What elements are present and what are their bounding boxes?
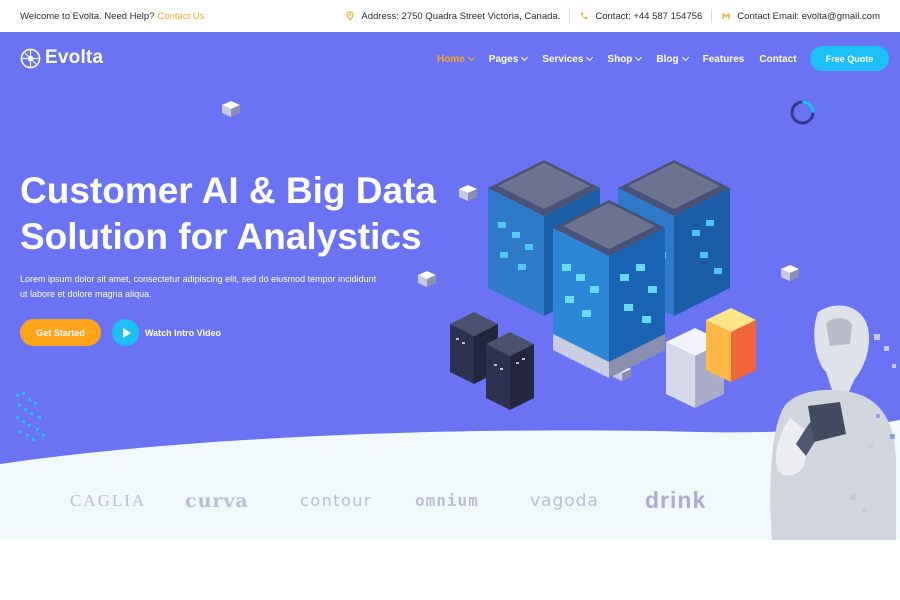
- hero-description: Lorem ipsum dolor sit amet, consectetur …: [20, 272, 390, 302]
- brand-logo: vagoda: [530, 490, 599, 511]
- nav-label: Pages: [488, 53, 519, 65]
- email-item: Contact Email: evolta@gmail.com: [711, 9, 880, 23]
- chevron-down-icon: [635, 53, 643, 62]
- nav-item-shop[interactable]: Shop: [607, 53, 643, 65]
- hero-title: Customer AI & Big Data Solution for Anal…: [20, 168, 440, 260]
- nav-item-features[interactable]: Features: [703, 54, 745, 65]
- location-pin-icon: [346, 11, 355, 21]
- contact-info: Address: 2750 Quadra Street Victoria, Ca…: [336, 0, 880, 32]
- top-bar: Welcome to Evolta. Need Help? Contact Us …: [0, 0, 900, 32]
- nav-label: Home: [437, 53, 465, 65]
- brand-logos: CAGLIA curva contour omnium vagoda drink: [70, 487, 760, 514]
- light-cube-right: [666, 308, 756, 408]
- get-started-button[interactable]: Get Started: [20, 319, 101, 346]
- welcome-message: Welcome to Evolta. Need Help? Contact Us: [20, 11, 204, 22]
- data-dots-decoration: [16, 392, 45, 441]
- nav-item-pages[interactable]: Pages: [488, 53, 529, 65]
- watch-video-button[interactable]: Watch Intro Video: [112, 319, 221, 346]
- free-quote-button[interactable]: Free Quote: [810, 46, 889, 71]
- nav-label: Contact: [759, 53, 797, 65]
- brand-logo: omnium: [415, 491, 479, 510]
- email-text: Contact Email: evolta@gmail.com: [737, 10, 880, 22]
- floating-cube-decoration: [222, 101, 240, 117]
- phone-icon: [581, 12, 588, 20]
- evolta-logo-icon: [20, 48, 41, 68]
- welcome-text: Welcome to Evolta. Need Help?: [20, 10, 155, 22]
- phone-item: Contact: +44 587 154756: [569, 9, 711, 23]
- chevron-down-icon: [681, 53, 689, 62]
- logo-text: Evolta: [45, 47, 104, 68]
- nav-label: Services: [542, 53, 584, 65]
- nav-item-services[interactable]: Services: [542, 53, 594, 65]
- main-navigation: Home Pages Services Shop Blog Features C…: [437, 53, 864, 65]
- contact-us-link[interactable]: Contact Us: [157, 11, 204, 22]
- phone-text: Contact: +44 587 154756: [595, 10, 703, 22]
- brand-logo: curva: [185, 489, 249, 512]
- brand-logo: CAGLIA: [70, 490, 147, 510]
- dark-cube-left: [450, 312, 534, 410]
- hero-description-line: ut labore et dolore magna aliqua.: [20, 289, 152, 299]
- nav-item-home[interactable]: Home: [437, 53, 475, 65]
- hero-description-line: Lorem ipsum dolor sit amet, consectetur …: [20, 274, 377, 284]
- address-item: Address: 2750 Quadra Street Victoria, Ca…: [336, 9, 569, 23]
- hero-section: Evolta Home Pages Services Shop Blog Fea…: [0, 32, 900, 540]
- server-tower-front: [553, 200, 665, 378]
- nav-label: Blog: [656, 53, 679, 65]
- robot-figure: [770, 305, 896, 540]
- mail-icon: [722, 13, 730, 19]
- chevron-down-icon: [521, 53, 529, 62]
- site-logo[interactable]: Evolta: [20, 47, 103, 69]
- nav-label: Shop: [607, 53, 633, 65]
- chevron-down-icon: [467, 53, 475, 62]
- nav-item-contact[interactable]: Contact: [759, 54, 796, 65]
- watch-video-label: Watch Intro Video: [145, 327, 222, 338]
- brand-logo: contour: [300, 491, 373, 510]
- nav-item-blog[interactable]: Blog: [656, 53, 689, 65]
- hero-title-line: Customer AI & Big Data: [20, 170, 436, 211]
- play-icon[interactable]: [112, 319, 139, 346]
- chevron-down-icon: [586, 53, 594, 62]
- hero-title-line: Solution for Analystics: [20, 216, 422, 257]
- address-text: Address: 2750 Quadra Street Victoria, Ca…: [361, 10, 561, 22]
- brand-logo: drink: [645, 487, 707, 513]
- nav-label: Features: [702, 53, 745, 65]
